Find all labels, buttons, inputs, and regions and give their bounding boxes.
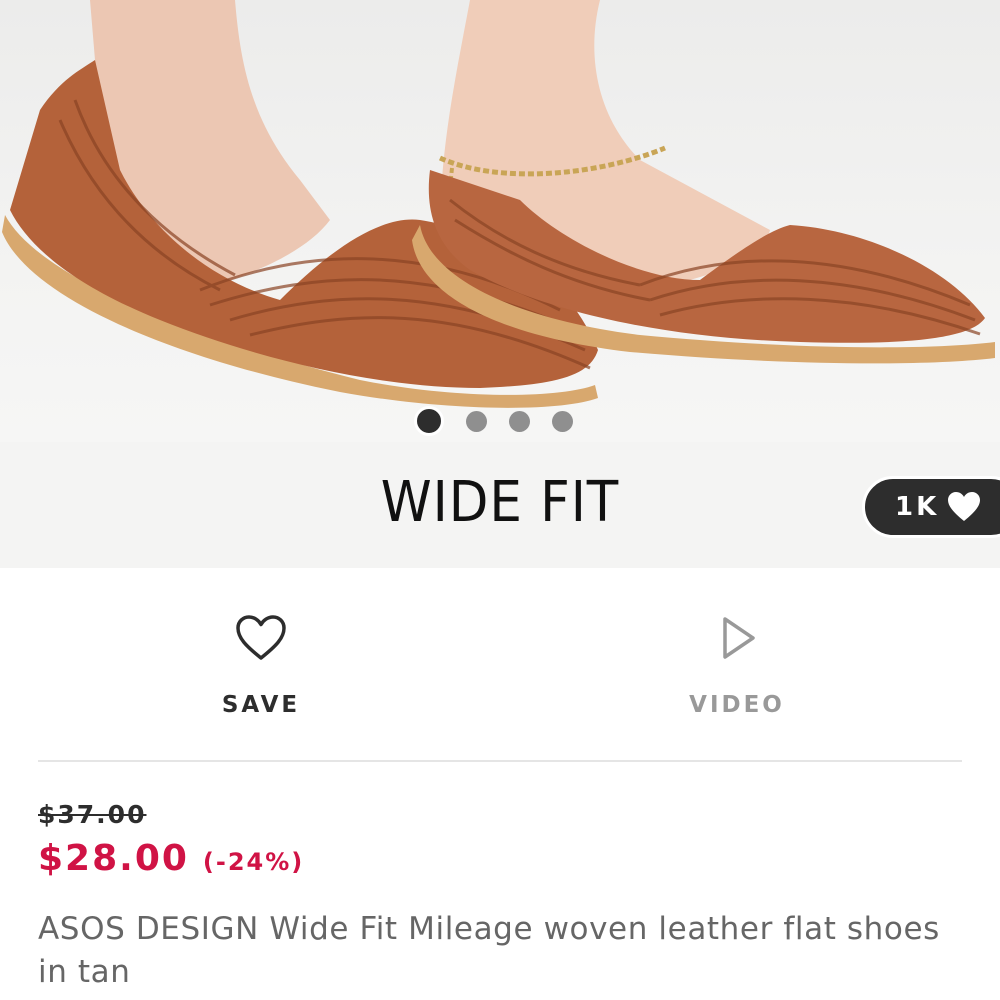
video-button[interactable]: VIDEO — [617, 568, 857, 738]
action-row: SAVE VIDEO — [0, 568, 1000, 760]
sale-price-row: $28.00 (-24%) — [38, 838, 304, 879]
carousel-dot[interactable] — [414, 406, 444, 436]
heart-outline-icon — [235, 614, 287, 666]
divider — [38, 760, 962, 762]
wide-fit-banner-text: WIDE FIT — [380, 470, 620, 535]
product-photo — [0, 0, 1000, 442]
likes-badge[interactable]: 1K — [862, 476, 1000, 538]
product-title: ASOS DESIGN Wide Fit Mileage woven leath… — [38, 911, 940, 990]
heart-filled-icon — [947, 491, 981, 523]
likes-count: 1K — [895, 492, 940, 522]
carousel-dot[interactable] — [509, 410, 530, 432]
save-label: SAVE — [221, 692, 301, 718]
carousel-dot[interactable] — [552, 410, 573, 432]
product-image-carousel[interactable]: WIDE FIT 1K — [0, 0, 1000, 568]
product-page: WIDE FIT 1K SAVE VIDEO $37.00 $28.00 (-2… — [0, 0, 1000, 1000]
discount-percent: (-24%) — [202, 848, 305, 876]
sale-price: $28.00 — [38, 838, 189, 879]
video-label: VIDEO — [689, 692, 785, 718]
save-button[interactable]: SAVE — [141, 568, 381, 738]
carousel-indicator — [414, 406, 573, 436]
play-outline-icon — [719, 614, 759, 666]
carousel-dot[interactable] — [466, 410, 487, 432]
original-price: $37.00 — [38, 800, 147, 829]
